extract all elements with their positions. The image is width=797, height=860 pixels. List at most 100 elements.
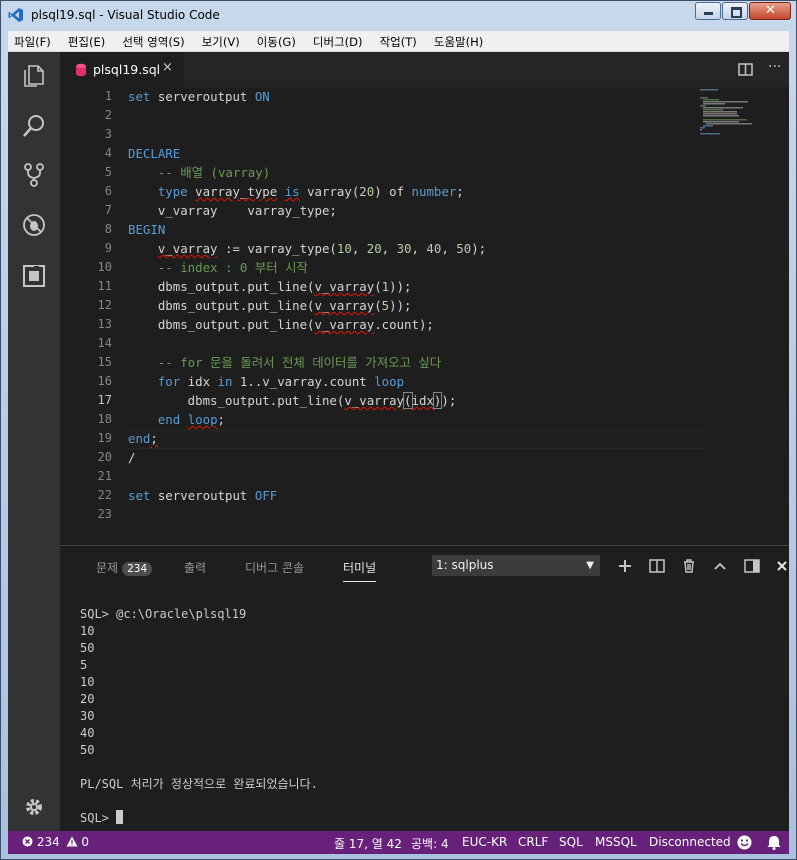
warning-icon bbox=[66, 836, 78, 847]
code-line: dbms_output.put_line(v_varray(5)); bbox=[128, 298, 412, 313]
line-number: 23 bbox=[97, 507, 112, 521]
terminal-cursor bbox=[116, 810, 124, 824]
line-number: 14 bbox=[97, 336, 112, 350]
terminal-prompt-line[interactable]: SQL> bbox=[80, 810, 770, 827]
line-number: 7 bbox=[104, 203, 112, 217]
vscode-workbench: plsql19.sql × ··· 1 2 3 4 5 6 7 8 9 10 11 12 13 14 15 1… bbox=[8, 52, 789, 854]
problems-count-badge: 234 bbox=[122, 562, 153, 576]
maximize-button[interactable] bbox=[722, 2, 748, 20]
close-panel-icon[interactable] bbox=[774, 558, 789, 574]
menu-debug[interactable]: 디버그(D) bbox=[307, 31, 369, 50]
new-terminal-icon[interactable] bbox=[617, 558, 633, 574]
menu-bar: 파일(F) 편집(E) 선택 영역(S) 보기(V) 이동(G) 디버그(D) … bbox=[8, 31, 789, 52]
cursor-position[interactable]: 줄 17, 열 42 bbox=[334, 835, 402, 852]
line-number: 18 bbox=[97, 412, 112, 426]
window-title: plsql19.sql - Visual Studio Code bbox=[31, 8, 220, 22]
terminal-select[interactable]: 1: sqlplus ▼ bbox=[432, 555, 600, 576]
terminal-select-value: 1: sqlplus bbox=[436, 558, 494, 572]
line-number: 8 bbox=[104, 222, 112, 236]
source-control-icon[interactable] bbox=[21, 162, 47, 188]
terminal-output[interactable]: SQL> @c:\Oracle\plsql19 10 50 5 10 20 30… bbox=[80, 606, 770, 827]
warning-count: 0 bbox=[81, 835, 90, 849]
tab-output[interactable]: 출력 bbox=[184, 559, 206, 576]
connection-status[interactable]: Disconnected bbox=[649, 835, 731, 849]
error-count: 234 bbox=[36, 835, 60, 849]
minimap[interactable] bbox=[700, 87, 760, 167]
line-number: 17 bbox=[97, 393, 112, 407]
bell-icon[interactable] bbox=[767, 835, 781, 850]
eol-status[interactable]: CRLF bbox=[518, 835, 548, 849]
current-line-highlight bbox=[128, 430, 706, 449]
line-number: 5 bbox=[104, 165, 112, 179]
terminal-line: 50 bbox=[80, 641, 95, 655]
bottom-panel: 문제 234 출력 디버그 콘솔 터미널 1: sqlplus ▼ SQL> @c… bbox=[60, 545, 789, 832]
close-window-button[interactable]: ✕ bbox=[749, 2, 791, 20]
tab-filename: plsql19.sql bbox=[93, 62, 161, 77]
status-bar: 234 0 줄 17, 열 42 공백: 4 EUC-KR CRLF SQL M… bbox=[8, 831, 789, 854]
tab-debug-console[interactable]: 디버그 콘솔 bbox=[245, 559, 304, 576]
line-number: 22 bbox=[97, 488, 112, 502]
menu-file[interactable]: 파일(F) bbox=[8, 31, 57, 50]
menu-view[interactable]: 보기(V) bbox=[196, 31, 246, 50]
code-line: v_varray := varray_type(10, 20, 30, 40, … bbox=[157, 241, 487, 256]
gear-icon[interactable] bbox=[21, 794, 47, 820]
more-actions-icon[interactable]: ··· bbox=[768, 59, 781, 75]
tab-close-button[interactable]: × bbox=[162, 60, 173, 75]
indentation-status[interactable]: 공백: 4 bbox=[411, 835, 449, 852]
code-line: dbms_output.put_line(v_varray.count); bbox=[128, 317, 434, 332]
chevron-down-icon: ▼ bbox=[586, 560, 594, 571]
connection-type[interactable]: MSSQL bbox=[595, 835, 637, 849]
terminal-line: 40 bbox=[80, 726, 95, 740]
tab-plsql19[interactable]: plsql19.sql × bbox=[60, 52, 184, 87]
debug-icon[interactable] bbox=[21, 212, 47, 238]
tab-problems[interactable]: 문제 234 bbox=[96, 559, 153, 576]
encoding-status[interactable]: EUC-KR bbox=[462, 835, 507, 849]
terminal-line: 5 bbox=[80, 658, 88, 672]
minimize-button[interactable] bbox=[695, 2, 721, 20]
menu-go[interactable]: 이동(G) bbox=[251, 31, 302, 50]
toggle-panel-icon[interactable] bbox=[744, 558, 760, 574]
line-number: 15 bbox=[97, 355, 112, 369]
tab-problems-label: 문제 bbox=[96, 561, 119, 575]
terminal-line: 10 bbox=[80, 675, 95, 689]
menu-tasks[interactable]: 작업(T) bbox=[374, 31, 423, 50]
code-line: for idx in 1..v_varray.count loop bbox=[157, 374, 405, 389]
tab-terminal[interactable]: 터미널 bbox=[343, 559, 377, 582]
explorer-icon[interactable] bbox=[21, 62, 47, 88]
window: plsql19.sql - Visual Studio Code ✕ 파일(F)… bbox=[0, 0, 797, 860]
menu-edit[interactable]: 편집(E) bbox=[62, 31, 111, 50]
feedback-smiley-icon[interactable] bbox=[737, 835, 752, 850]
code-line: set serveroutput ON bbox=[128, 89, 270, 104]
code-line: end loop; bbox=[157, 412, 226, 427]
trash-icon[interactable] bbox=[681, 558, 697, 574]
menu-selection[interactable]: 선택 영역(S) bbox=[116, 31, 190, 50]
search-icon[interactable] bbox=[21, 113, 47, 139]
line-number: 13 bbox=[97, 317, 112, 331]
code-line: dbms_output.put_line(v_varray(idx)); bbox=[128, 392, 457, 409]
code-line: -- index : 0 부터 시작 bbox=[157, 260, 308, 275]
code-line: dbms_output.put_line(v_varray(1)); bbox=[128, 279, 412, 294]
language-mode[interactable]: SQL bbox=[559, 835, 583, 849]
chevron-up-icon[interactable] bbox=[712, 558, 728, 574]
split-terminal-icon[interactable] bbox=[649, 558, 665, 574]
extensions-icon[interactable] bbox=[21, 263, 47, 289]
line-number: 21 bbox=[97, 469, 112, 483]
code-line: end; bbox=[128, 431, 158, 446]
line-number: 19 bbox=[97, 431, 112, 445]
split-editor-icon[interactable] bbox=[738, 62, 753, 77]
line-number: 1 bbox=[104, 89, 112, 103]
menu-help[interactable]: 도움말(H) bbox=[428, 31, 489, 50]
problems-status[interactable]: 234 0 bbox=[22, 835, 89, 849]
terminal-line: 50 bbox=[80, 743, 95, 757]
code-editor[interactable]: 1 2 3 4 5 6 7 8 9 10 11 12 13 14 15 16 17 18 19 20 21 22 23 se… bbox=[60, 87, 789, 545]
error-icon bbox=[22, 836, 33, 847]
line-number: 12 bbox=[97, 298, 112, 312]
code-line: DECLARE bbox=[128, 146, 181, 161]
terminal-line: PL/SQL 처리가 정상적으로 완료되었습니다. bbox=[80, 777, 318, 791]
line-number: 4 bbox=[104, 146, 112, 160]
code-line: -- for 문을 돌려서 전체 데이터를 가져오고 싶다 bbox=[157, 355, 442, 370]
line-number: 2 bbox=[104, 108, 112, 122]
terminal-line: 20 bbox=[80, 692, 95, 706]
